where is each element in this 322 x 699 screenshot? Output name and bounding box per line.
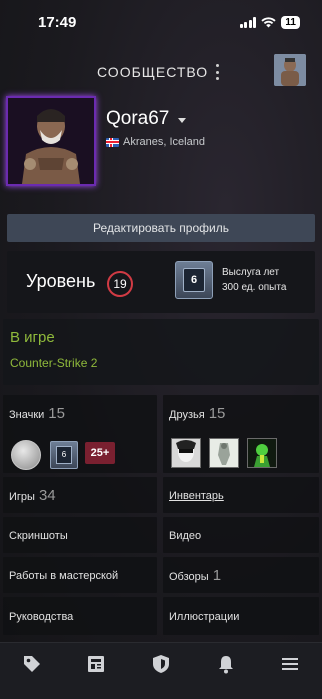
screenshots-card[interactable]: Скриншоты (3, 517, 157, 553)
inventory-link[interactable]: Инвентарь (169, 490, 224, 502)
videos-card[interactable]: Видео (163, 517, 319, 553)
bottom-tab-bar (0, 642, 322, 699)
menu-icon[interactable] (279, 653, 301, 675)
user-avatar-thumbnail[interactable] (274, 54, 306, 86)
level-label: Уровень (26, 271, 96, 291)
artwork-label: Иллюстрации (169, 611, 240, 623)
edit-profile-button[interactable]: Редактировать профиль (7, 214, 315, 242)
screenshots-label: Скриншоты (9, 530, 68, 542)
inventory-card[interactable]: Инвентарь (163, 477, 319, 513)
current-game[interactable]: Counter-Strike 2 (10, 356, 97, 370)
reviews-label: Обзоры 1 (169, 567, 222, 584)
service-years-title: Выслуга лет (222, 267, 280, 278)
guides-card[interactable]: Руководства (3, 597, 157, 635)
service-years-badge: 6 (175, 261, 213, 299)
service-years-xp: 300 ед. опыта (222, 282, 287, 293)
in-game-panel[interactable]: В игре Counter-Strike 2 (3, 319, 319, 385)
in-game-status: В игре (10, 329, 55, 346)
status-icons: 11 (239, 16, 300, 29)
badges-label: Значки 15 (9, 405, 65, 422)
artwork-card[interactable]: Иллюстрации (163, 597, 319, 635)
workshop-card[interactable]: Работы в мастерской (3, 557, 157, 593)
profile-location: Akranes, Iceland (106, 136, 205, 148)
chevron-down-icon[interactable] (178, 118, 186, 123)
more-options-icon[interactable] (212, 64, 222, 80)
videos-label: Видео (169, 530, 202, 542)
profile-header: Qora67 Akranes, Iceland (0, 96, 322, 192)
coin-badge-icon[interactable] (11, 440, 41, 470)
games-label: Игры 34 (9, 487, 56, 504)
profile-avatar[interactable] (6, 96, 96, 186)
page-title: СООБЩЕСТВО (97, 64, 209, 80)
reviews-count: 1 (212, 567, 222, 584)
top-bar: СООБЩЕСТВО (0, 48, 322, 96)
profile-username[interactable]: Qora67 (106, 108, 169, 130)
location-text: Akranes, Iceland (123, 136, 205, 148)
games-count: 34 (38, 487, 56, 504)
wifi-icon (261, 17, 277, 28)
tag-icon[interactable] (21, 653, 43, 675)
bell-icon[interactable] (215, 653, 237, 675)
badge-25-plus[interactable]: 25+ (85, 442, 115, 464)
news-icon[interactable] (85, 653, 107, 675)
service-years-number: 6 (183, 268, 205, 292)
badges-count: 15 (48, 405, 65, 422)
friends-count: 15 (208, 405, 226, 422)
service-years-badge-small[interactable]: 6 (50, 441, 78, 469)
shield-icon[interactable] (150, 653, 172, 675)
status-bar: 17:49 11 (0, 0, 322, 46)
level-badge: 19 (107, 271, 133, 297)
guides-label: Руководства (9, 611, 74, 623)
iceland-flag-icon (106, 137, 119, 147)
battery-indicator: 11 (281, 16, 300, 29)
games-card[interactable]: Игры 34 (3, 477, 157, 513)
friend-avatar[interactable] (247, 438, 277, 468)
status-time: 17:49 (38, 14, 77, 31)
level-panel[interactable]: Уровень 19 6 Выслуга лет 300 ед. опыта (7, 251, 315, 313)
reviews-card[interactable]: Обзоры 1 (163, 557, 319, 593)
friend-avatar[interactable] (171, 438, 201, 468)
friend-avatar[interactable] (209, 438, 239, 468)
signal-icon (239, 17, 257, 28)
friends-label: Друзья 15 (169, 405, 226, 422)
workshop-label: Работы в мастерской (9, 570, 119, 582)
